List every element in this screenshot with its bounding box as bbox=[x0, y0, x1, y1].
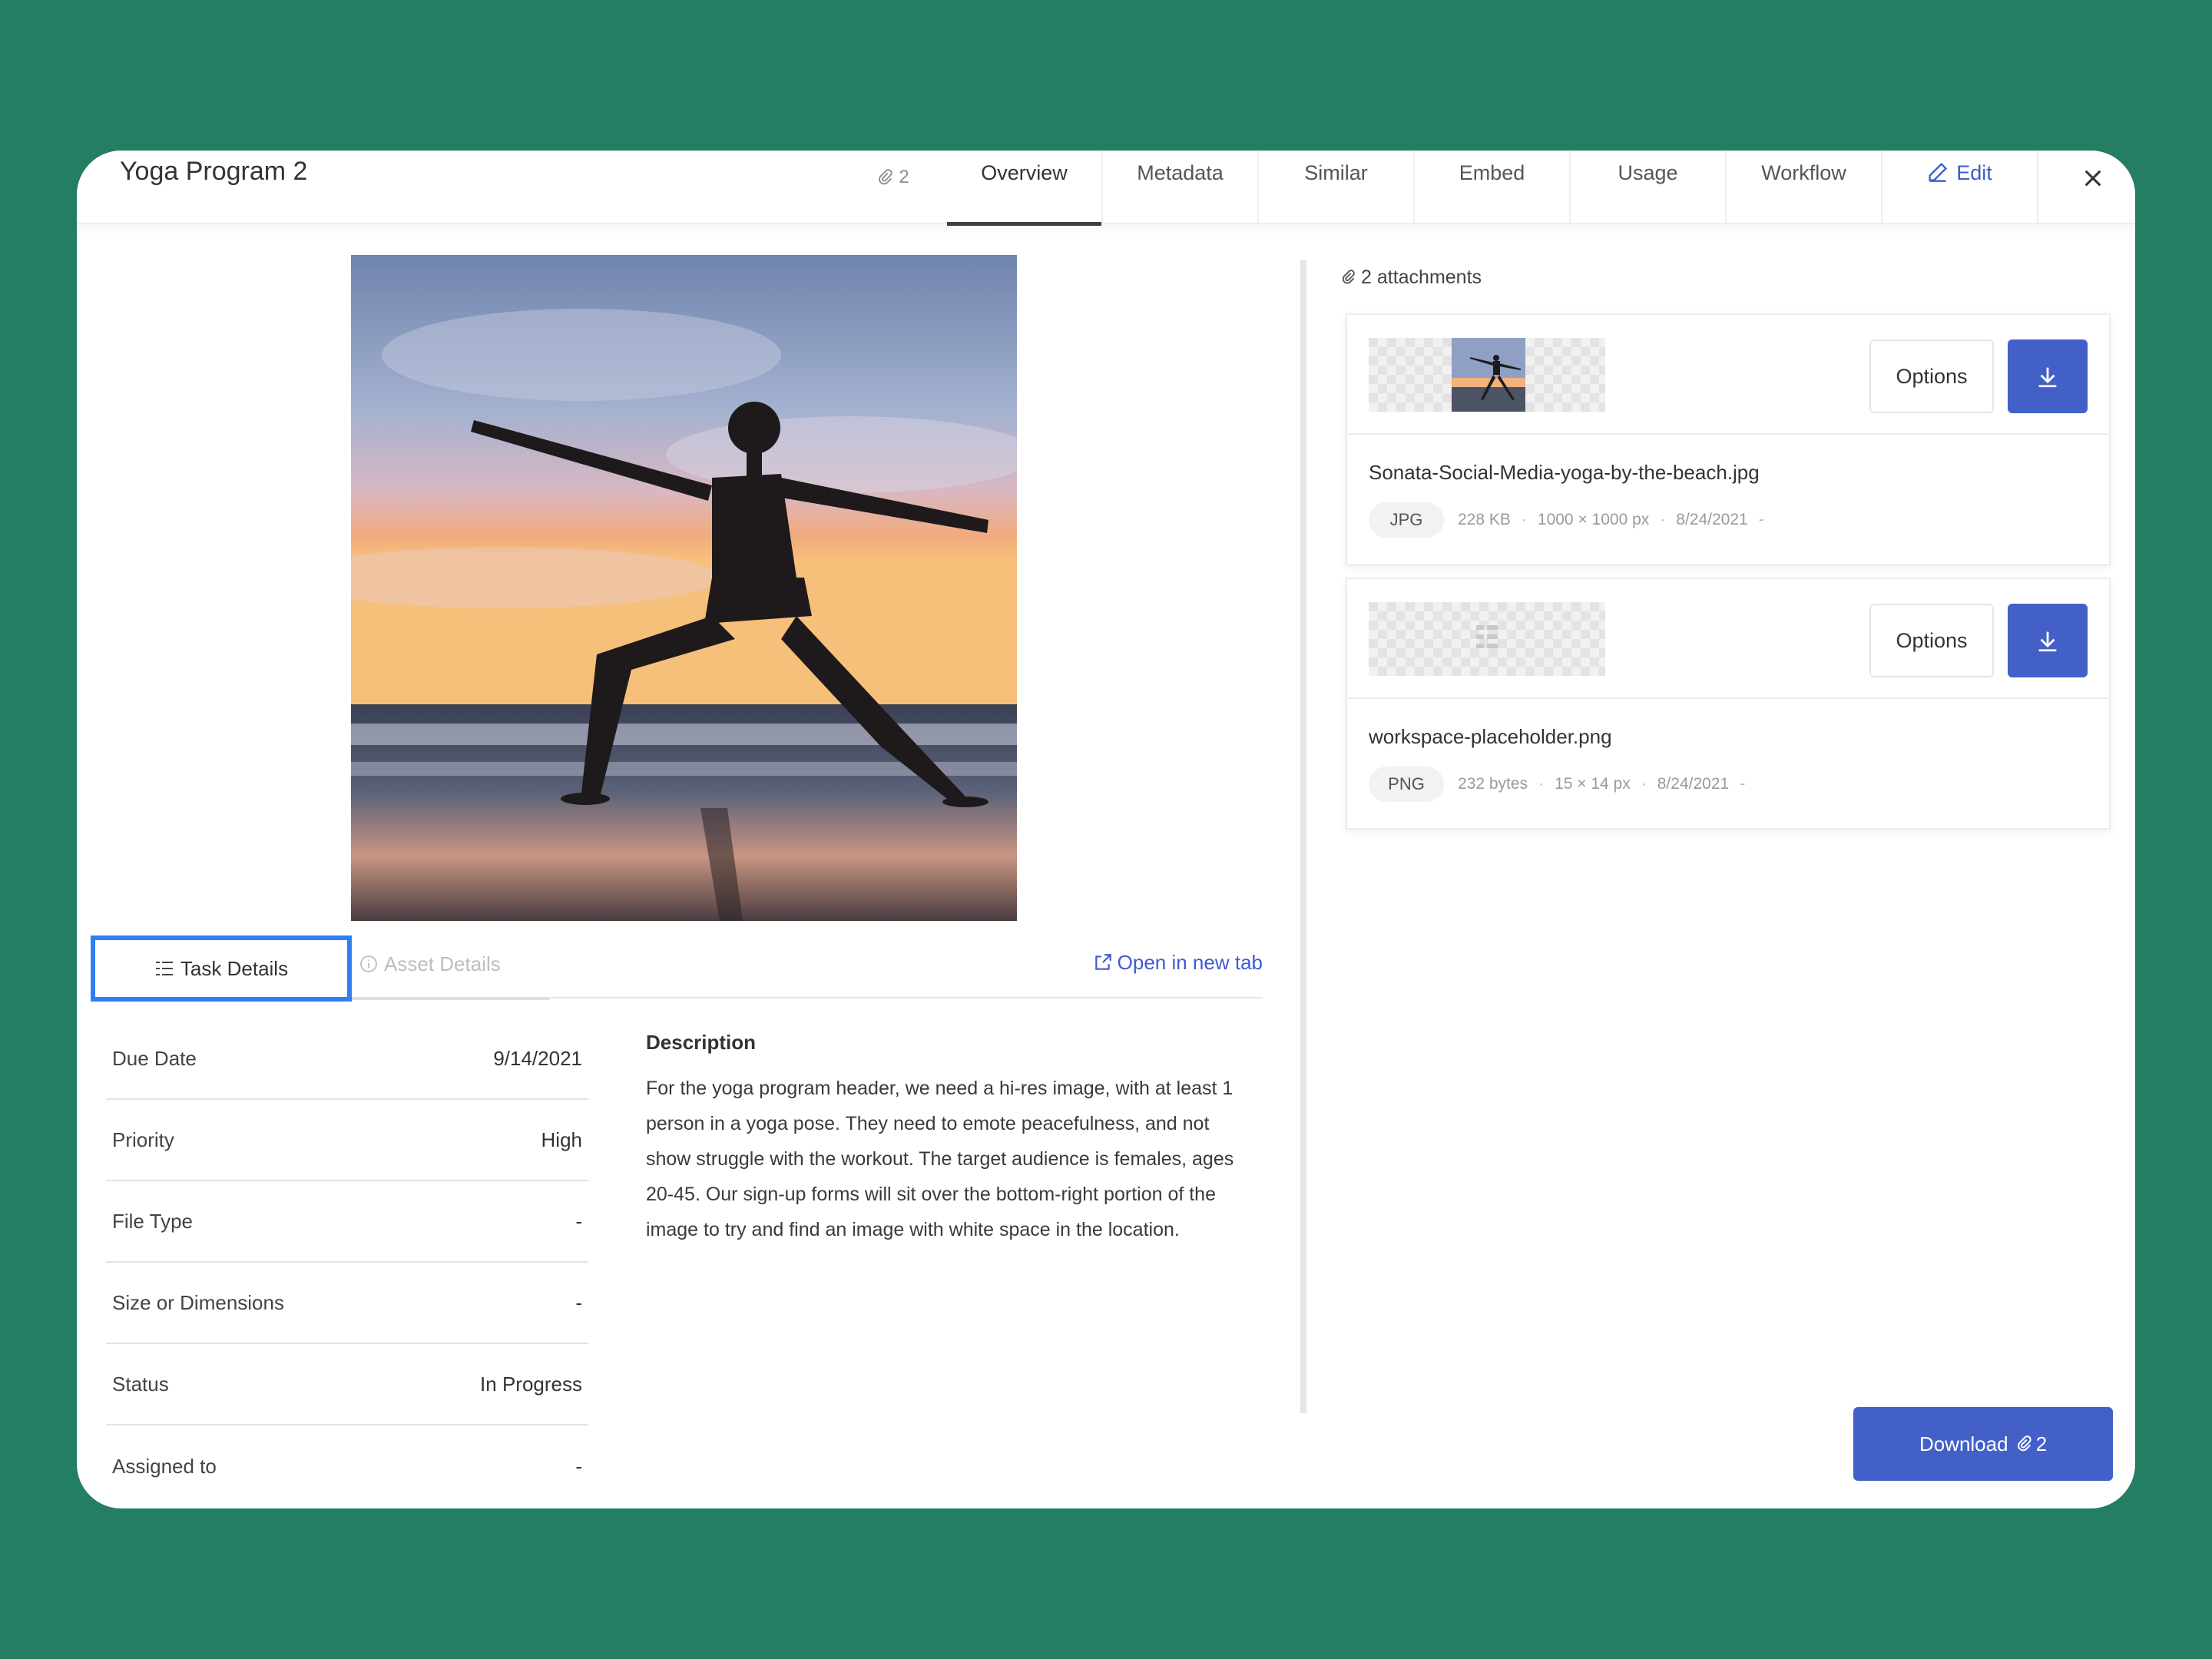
paperclip-icon bbox=[2017, 1435, 2032, 1452]
download-icon bbox=[2038, 631, 2057, 652]
field-value: High bbox=[541, 1128, 582, 1151]
field-due-date: Due Date 9/14/2021 bbox=[106, 1018, 588, 1100]
separator-dot: · bbox=[1538, 775, 1545, 793]
attachment-count: 2 bbox=[899, 167, 909, 187]
attachment-meta: PNG 232 bytes · 15 × 14 px · 8/24/2021 - bbox=[1369, 767, 1756, 802]
file-type-badge: PNG bbox=[1369, 767, 1444, 802]
tab-task-details[interactable]: Task Details bbox=[91, 935, 352, 1002]
field-size-dimensions: Size or Dimensions - bbox=[106, 1263, 588, 1344]
trailing-dash: - bbox=[1758, 511, 1764, 528]
download-icon bbox=[2038, 367, 2057, 388]
detail-tab-bar: Task Details Asset Details Open in new t… bbox=[91, 935, 1263, 1002]
tab-task-details-label: Task Details bbox=[180, 956, 289, 980]
options-button[interactable]: Options bbox=[1869, 339, 1994, 413]
separator-dot: · bbox=[1521, 511, 1527, 528]
download-all-button[interactable]: Download 2 bbox=[1853, 1407, 2113, 1481]
attachment-thumbnail[interactable] bbox=[1369, 338, 1605, 412]
field-value: In Progress bbox=[480, 1372, 582, 1396]
file-date: 8/24/2021 bbox=[1657, 775, 1730, 793]
attachment-card-preview: Options bbox=[1347, 315, 2109, 435]
attachment-count-badge[interactable]: 2 bbox=[845, 158, 942, 197]
field-label: Assigned to bbox=[112, 1454, 217, 1478]
pencil-icon bbox=[1929, 162, 1948, 182]
file-size: 232 bytes bbox=[1458, 775, 1528, 793]
options-button[interactable]: Options bbox=[1869, 604, 1994, 677]
external-link-icon bbox=[1094, 954, 1111, 970]
paperclip-icon bbox=[879, 169, 892, 185]
edit-label: Edit bbox=[1956, 161, 1992, 184]
tab-underline bbox=[352, 997, 550, 1000]
tab-asset-details-label: Asset Details bbox=[384, 952, 501, 975]
download-all-count: 2 bbox=[2035, 1432, 2048, 1455]
field-status: Status In Progress bbox=[106, 1344, 588, 1426]
paperclip-icon bbox=[1342, 270, 1355, 284]
attachments-header: 2 attachments bbox=[1341, 264, 1482, 290]
thumbnail-image bbox=[1452, 338, 1525, 412]
attachment-file-name[interactable]: Sonata-Social-Media-yoga-by-the-beach.jp… bbox=[1369, 461, 1760, 485]
attachment-card-preview: Options bbox=[1347, 579, 2109, 699]
download-all-label: Download bbox=[1919, 1432, 2008, 1455]
attachment-card-info: Sonata-Social-Media-yoga-by-the-beach.jp… bbox=[1347, 435, 2109, 564]
tab-embed[interactable]: Embed bbox=[1415, 151, 1571, 224]
file-type-badge: JPG bbox=[1369, 502, 1444, 538]
field-label: Due Date bbox=[112, 1046, 197, 1070]
task-list-icon bbox=[155, 962, 173, 975]
download-button[interactable] bbox=[2008, 339, 2088, 413]
download-button[interactable] bbox=[2008, 604, 2088, 677]
field-value: - bbox=[575, 1454, 582, 1478]
file-size: 228 KB bbox=[1458, 511, 1511, 528]
column-divider[interactable] bbox=[1300, 260, 1306, 1413]
field-value: - bbox=[575, 1290, 582, 1314]
field-value: 9/14/2021 bbox=[493, 1046, 582, 1070]
field-assigned-to: Assigned to - bbox=[106, 1426, 588, 1507]
modal-header: Yoga Program 2 2 Overview Metadata Simil… bbox=[77, 151, 2135, 226]
field-label: Status bbox=[112, 1372, 169, 1396]
attachment-card: Options Sonata-Social-Media-yoga-by-the-… bbox=[1346, 313, 2111, 565]
attachments-count-label: 2 attachments bbox=[1361, 266, 1482, 288]
file-dimensions: 15 × 14 px bbox=[1555, 775, 1631, 793]
file-dimensions: 1000 × 1000 px bbox=[1537, 511, 1650, 528]
description-text: For the yoga program header, we need a h… bbox=[646, 1078, 1234, 1240]
tab-bar: Overview Metadata Similar Embed Usage Wo… bbox=[947, 151, 2038, 226]
tab-similar[interactable]: Similar bbox=[1259, 151, 1415, 224]
attachment-card: Options workspace-placeholder.png PNG 23… bbox=[1346, 578, 2111, 830]
tab-workflow[interactable]: Workflow bbox=[1727, 151, 1883, 224]
separator-dot: · bbox=[1641, 775, 1647, 793]
close-icon bbox=[2085, 170, 2101, 187]
file-date: 8/24/2021 bbox=[1676, 511, 1748, 528]
open-in-new-tab-label: Open in new tab bbox=[1117, 950, 1263, 974]
open-in-new-tab-link[interactable]: Open in new tab bbox=[1093, 943, 1263, 982]
page-title: Yoga Program 2 bbox=[120, 157, 308, 186]
tab-overview[interactable]: Overview bbox=[947, 151, 1103, 226]
field-priority: Priority High bbox=[106, 1100, 588, 1181]
tab-asset-details[interactable]: Asset Details bbox=[359, 945, 501, 983]
trailing-dash: - bbox=[1740, 775, 1746, 793]
field-label: Size or Dimensions bbox=[112, 1290, 284, 1314]
placeholder-image-icon bbox=[1476, 625, 1498, 648]
attachment-meta: JPG 228 KB · 1000 × 1000 px · 8/24/2021 … bbox=[1369, 502, 1775, 538]
separator-dot: · bbox=[1660, 511, 1666, 528]
field-label: File Type bbox=[112, 1209, 194, 1233]
tab-usage[interactable]: Usage bbox=[1571, 151, 1727, 224]
asset-preview-image[interactable] bbox=[351, 255, 1017, 921]
edit-button[interactable]: Edit bbox=[1883, 151, 2038, 224]
field-label: Priority bbox=[112, 1128, 174, 1151]
field-file-type: File Type - bbox=[106, 1181, 588, 1263]
description-title: Description bbox=[646, 1031, 757, 1054]
field-value: - bbox=[575, 1209, 582, 1233]
attachment-file-name[interactable]: workspace-placeholder.png bbox=[1369, 725, 1612, 749]
attachment-card-info: workspace-placeholder.png PNG 232 bytes … bbox=[1347, 699, 2109, 828]
asset-modal: Yoga Program 2 2 Overview Metadata Simil… bbox=[77, 151, 2135, 1508]
task-fields: Due Date 9/14/2021 Priority High File Ty… bbox=[106, 1018, 588, 1507]
attachment-thumbnail[interactable] bbox=[1369, 602, 1605, 676]
info-icon bbox=[360, 955, 377, 972]
close-button[interactable] bbox=[2076, 161, 2110, 195]
tab-metadata[interactable]: Metadata bbox=[1103, 151, 1259, 224]
